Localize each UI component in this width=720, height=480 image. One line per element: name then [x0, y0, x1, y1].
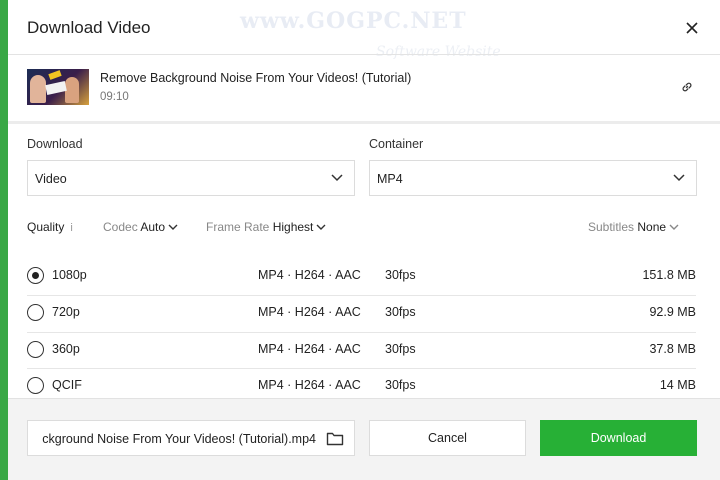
filename-value[interactable]: ckground Noise From Your Videos! (Tutori…: [42, 432, 316, 446]
container-label: Container: [369, 137, 424, 151]
codec-label: Codec: [103, 220, 138, 234]
chevron-down-icon: [316, 224, 326, 231]
quality-format: MP4 · H264 · AAC: [258, 342, 361, 356]
video-info: Remove Background Noise From Your Videos…: [8, 55, 720, 121]
quality-label: Quality: [27, 220, 65, 234]
chevron-down-icon: [331, 174, 343, 182]
quality-resolution: 1080p: [52, 268, 87, 282]
chevron-down-icon: [669, 224, 679, 231]
frame-rate-value: Highest: [272, 220, 314, 234]
link-icon[interactable]: [680, 80, 694, 94]
frame-rate-dropdown[interactable]: Frame Rate Highest: [206, 220, 326, 234]
subtitles-dropdown[interactable]: Subtitles None: [588, 220, 679, 234]
download-video-dialog: www.GOGPC.NET Software Website Download …: [8, 0, 720, 480]
radio-button-selected[interactable]: [27, 267, 44, 284]
quality-fps: 30fps: [385, 268, 416, 282]
dialog-title: Download Video: [27, 18, 151, 37]
subtitles-value: None: [637, 220, 667, 234]
quality-fps: 30fps: [385, 378, 416, 392]
quality-format: MP4 · H264 · AAC: [258, 268, 361, 282]
video-thumbnail: [27, 69, 89, 105]
quality-format: MP4 · H264 · AAC: [258, 378, 361, 392]
quality-fps: 30fps: [385, 305, 416, 319]
quality-size: 14 MB: [659, 378, 696, 392]
dialog-header: www.GOGPC.NET Software Website Download …: [8, 0, 720, 60]
download-button[interactable]: Download: [540, 420, 697, 456]
close-icon[interactable]: [684, 20, 700, 36]
info-icon[interactable]: i: [70, 222, 72, 234]
codec-value: Auto: [140, 220, 166, 234]
quality-option: Quality i: [27, 220, 73, 234]
download-label: Download: [27, 137, 83, 151]
folder-icon[interactable]: [326, 431, 344, 446]
download-type-value: Video: [35, 172, 67, 186]
quality-row-720p[interactable]: 720p MP4 · H264 · AAC 30fps 92.9 MB: [8, 295, 720, 331]
quality-resolution: 720p: [52, 305, 80, 319]
container-select[interactable]: MP4: [369, 160, 697, 196]
quality-format: MP4 · H264 · AAC: [258, 305, 361, 319]
chevron-down-icon: [673, 174, 685, 182]
quality-row-1080p[interactable]: 1080p MP4 · H264 · AAC 30fps 151.8 MB: [8, 258, 720, 294]
section-divider: [8, 121, 720, 124]
container-value: MP4: [377, 172, 403, 186]
codec-dropdown[interactable]: Codec Auto: [103, 220, 178, 234]
chevron-down-icon: [168, 224, 178, 231]
radio-button[interactable]: [27, 377, 44, 394]
quality-resolution: QCIF: [52, 378, 82, 392]
subtitles-label: Subtitles: [588, 220, 635, 234]
frame-rate-label: Frame Rate: [206, 220, 270, 234]
quality-resolution: 360p: [52, 342, 80, 356]
watermark: www.GOGPC.NET: [240, 8, 467, 34]
quality-fps: 30fps: [385, 342, 416, 356]
quality-size: 37.8 MB: [649, 342, 696, 356]
quality-size: 151.8 MB: [642, 268, 696, 282]
quality-size: 92.9 MB: [649, 305, 696, 319]
download-type-select[interactable]: Video: [27, 160, 355, 196]
options-bar: Quality i Codec Auto Frame Rate Highest S…: [8, 216, 720, 240]
filename-field[interactable]: ckground Noise From Your Videos! (Tutori…: [27, 420, 355, 456]
cancel-button[interactable]: Cancel: [369, 420, 526, 456]
dialog-footer: ckground Noise From Your Videos! (Tutori…: [8, 398, 720, 480]
radio-button[interactable]: [27, 304, 44, 321]
video-title: Remove Background Noise From Your Videos…: [100, 71, 412, 85]
quality-row-360p[interactable]: 360p MP4 · H264 · AAC 30fps 37.8 MB: [8, 332, 720, 368]
video-duration: 09:10: [100, 91, 129, 103]
radio-button[interactable]: [27, 341, 44, 358]
